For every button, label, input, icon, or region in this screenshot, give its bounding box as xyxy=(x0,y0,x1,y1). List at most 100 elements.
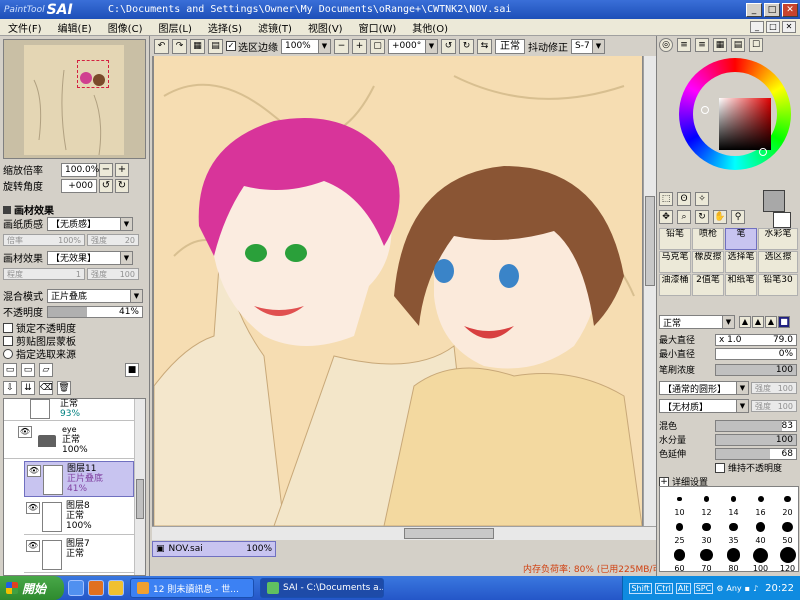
layer-scroll-thumb[interactable] xyxy=(136,479,144,519)
eye-icon[interactable]: 👁 xyxy=(26,540,40,552)
rotate-left-button[interactable]: ↺ xyxy=(441,38,456,54)
primary-color-swatch[interactable] xyxy=(763,190,785,212)
menu-filter[interactable]: 滤镜(T) xyxy=(250,20,300,35)
new-folder-icon[interactable]: ▱ xyxy=(39,363,53,377)
brush-pencil30[interactable]: 铅笔30 xyxy=(758,274,798,296)
vertical-scroll-thumb[interactable] xyxy=(645,196,655,286)
keep-opacity-checkbox[interactable] xyxy=(715,462,725,473)
brush-watercolor[interactable]: 水彩笔 xyxy=(758,228,798,250)
any-key-indicator[interactable]: Any xyxy=(726,584,741,593)
brush-size-dot[interactable] xyxy=(784,495,791,503)
taskbar-item-sai[interactable]: SAI - C:\Documents a... xyxy=(260,578,384,598)
brush-size-dot[interactable] xyxy=(673,549,686,561)
menu-other[interactable]: 其他(O) xyxy=(404,20,456,35)
tray-icon[interactable]: ⚙ xyxy=(716,584,723,593)
selection-source-radio[interactable] xyxy=(3,348,13,359)
zoom-out-button[interactable]: − xyxy=(99,162,113,177)
hand-icon[interactable]: ✋ xyxy=(713,210,727,224)
doc-minimize-button[interactable]: _ xyxy=(750,21,764,33)
delete-layer-icon[interactable]: 🗑 xyxy=(57,381,71,395)
transfer-down-icon[interactable]: ⇩ xyxy=(3,381,17,395)
zoom-out-button[interactable]: − xyxy=(334,38,349,54)
menu-edit[interactable]: 编辑(E) xyxy=(50,20,100,35)
effect-width-slider[interactable]: 程度 1 xyxy=(3,268,85,280)
brush-shape-3-icon[interactable]: ▲ xyxy=(765,316,777,328)
paper-scale-slider[interactable]: 倍率 100% xyxy=(3,234,85,246)
selection-edge-checkbox[interactable]: ✓ xyxy=(226,41,236,51)
brush-size-dot[interactable] xyxy=(703,496,710,502)
brush-texture-select[interactable]: 【无材质】 ▼ xyxy=(659,399,749,413)
layer-blend-select[interactable]: 正片叠底 ▼ xyxy=(47,288,143,303)
new-linework-icon[interactable]: ▭ xyxy=(21,363,35,377)
brush-select-pen[interactable]: 选择笔 xyxy=(725,251,757,273)
eye-icon[interactable]: 👁 xyxy=(18,426,32,438)
new-layer-icon[interactable]: ▭ xyxy=(3,363,17,377)
selection-source-option[interactable]: 指定选取来源 xyxy=(3,346,76,361)
brush-shape-1-icon[interactable]: ▲ xyxy=(739,316,751,328)
color-swatch-icon[interactable]: ▦ xyxy=(713,38,727,52)
angle-field[interactable]: +000 xyxy=(61,178,97,193)
layer-item[interactable]: 正常 93% xyxy=(4,399,134,421)
layer-item[interactable]: 👁 图层8 正常 100% xyxy=(24,499,134,535)
eye-icon[interactable]: 👁 xyxy=(26,502,40,514)
shape-strength-slider[interactable]: 强度 100 xyxy=(751,382,797,394)
min-size-slider[interactable]: 0% xyxy=(715,347,797,360)
brush-shape-4-icon[interactable]: ■ xyxy=(778,316,790,328)
reset-rotation-button[interactable]: ↻ xyxy=(115,178,129,193)
close-button[interactable]: ✕ xyxy=(782,2,798,17)
brush-pen[interactable]: 笔 xyxy=(725,228,757,250)
max-size-slider[interactable]: x 1.0 79.0 xyxy=(715,333,797,346)
eye-icon[interactable]: 👁 xyxy=(27,465,41,477)
document-tab[interactable]: ▣ NOV.sai 100% xyxy=(152,541,276,557)
layer-opacity-slider[interactable]: 41% xyxy=(47,305,143,318)
rotate-right-button[interactable]: ↻ xyxy=(459,38,474,54)
brush-effect-select[interactable]: 【无效果】 ▼ xyxy=(47,250,133,265)
brush-size-dot[interactable] xyxy=(730,496,737,502)
layer-scrollbar[interactable] xyxy=(134,399,145,575)
rotate-icon[interactable]: ↻ xyxy=(695,210,709,224)
paper-texture-select[interactable]: 【无质感】 ▼ xyxy=(47,216,133,231)
brush-binary[interactable]: 2值笔 xyxy=(692,274,724,296)
zoom-select[interactable]: 100% ▼ xyxy=(281,38,331,54)
dilution-slider[interactable]: 100 xyxy=(715,433,797,446)
brush-size-dot[interactable] xyxy=(757,496,764,502)
density-slider[interactable]: 100 xyxy=(715,363,797,376)
color-wheel-icon[interactable]: ◎ xyxy=(659,38,673,52)
brush-size-dot[interactable] xyxy=(729,522,738,532)
brush-pencil[interactable]: 铅笔 xyxy=(659,228,691,250)
deselect-button[interactable]: ▦ xyxy=(190,38,205,54)
zoom-field[interactable]: 100.0% xyxy=(61,162,99,177)
rotate-select[interactable]: +000° ▼ xyxy=(388,38,438,54)
canvas-horizontal-scrollbar[interactable] xyxy=(152,526,656,540)
scratch-pad-icon[interactable]: ▤ xyxy=(731,38,745,52)
invert-selection-button[interactable]: ▤ xyxy=(208,38,223,54)
zoom-in-button[interactable]: + xyxy=(352,38,367,54)
menu-view[interactable]: 视图(V) xyxy=(300,20,351,35)
palette-icon[interactable]: ☐ xyxy=(749,38,763,52)
volume-icon[interactable]: ♪ xyxy=(753,584,758,593)
stabilizer-select[interactable]: S-7 ▼ xyxy=(571,38,605,54)
menu-window[interactable]: 窗口(W) xyxy=(351,20,405,35)
secondary-color-swatch[interactable] xyxy=(773,212,791,228)
effect-strength-slider[interactable]: 强度 100 xyxy=(87,268,139,280)
rotate-left-button[interactable]: ↺ xyxy=(99,178,113,193)
brush-eraser[interactable]: 橡皮擦 xyxy=(692,251,724,273)
selection-edge-toggle[interactable]: ✓ 选区边缘 xyxy=(226,39,278,54)
lasso-icon[interactable]: ʘ xyxy=(677,192,691,206)
brush-mode-select[interactable]: 正常 ▼ xyxy=(659,315,735,329)
menu-select[interactable]: 选择(S) xyxy=(200,20,250,35)
doc-restore-button[interactable]: □ xyxy=(766,21,780,33)
brush-size-dot[interactable] xyxy=(755,522,766,532)
brush-size-dot[interactable] xyxy=(702,522,711,532)
firefox-quicklaunch-icon[interactable] xyxy=(88,580,104,596)
layer-item[interactable]: 👁 图层7 正常 xyxy=(24,537,134,573)
zoom-icon[interactable]: ⌕ xyxy=(677,210,691,224)
blending-slider[interactable]: 83 xyxy=(715,419,797,432)
taskbar-item-firefox[interactable]: 12 則未讀訊息 - 世... xyxy=(130,578,254,598)
hue-marker[interactable] xyxy=(701,106,709,114)
brush-shape-select[interactable]: 【通常的圆形】 ▼ xyxy=(659,381,749,395)
menu-layer[interactable]: 图层(L) xyxy=(150,20,199,35)
brush-size-dot[interactable] xyxy=(675,523,684,531)
flip-button[interactable]: ⇆ xyxy=(477,38,492,54)
color-marker[interactable] xyxy=(759,148,767,156)
